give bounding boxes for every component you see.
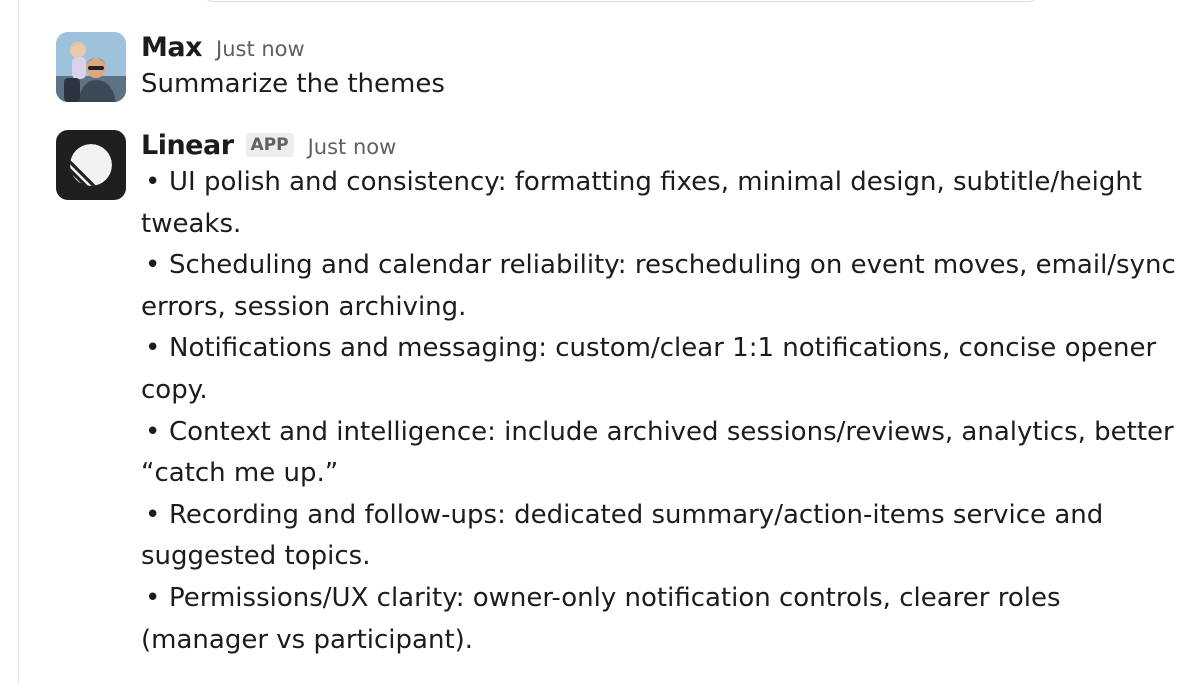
list-item-text: Permissions/UX clarity: owner-only notif… xyxy=(141,582,1061,655)
chat-window: Max Just now Summarize the themes Linear… xyxy=(0,0,1200,684)
message-timestamp[interactable]: Just now xyxy=(216,37,305,61)
message-header: Linear APP Just now xyxy=(141,130,1181,162)
app-badge: APP xyxy=(245,133,294,157)
message-timestamp[interactable]: Just now xyxy=(308,135,397,159)
bullet-dot: • xyxy=(145,499,161,530)
bullet-dot: • xyxy=(145,167,161,197)
linear-logo-icon xyxy=(70,144,112,186)
bullet-dot: • xyxy=(145,333,161,364)
bullet-dot: • xyxy=(145,250,161,281)
bullet-list: • UI polish and consistency: formatting f… xyxy=(141,162,1181,661)
user-avatar[interactable] xyxy=(56,32,126,102)
list-item: • Scheduling and calendar reliability: re… xyxy=(141,245,1181,328)
user-avatar-photo-icon xyxy=(56,32,126,102)
app-avatar[interactable] xyxy=(56,130,126,200)
list-item-text: UI polish and consistency: formatting fi… xyxy=(141,167,1142,239)
list-item: • Context and intelligence: include archi… xyxy=(141,412,1181,495)
sender-name[interactable]: Linear xyxy=(141,130,234,161)
list-item: • Recording and follow-ups: dedicated sum… xyxy=(141,495,1181,578)
sender-name[interactable]: Max xyxy=(141,32,203,63)
message-composer-edge[interactable] xyxy=(200,0,1042,2)
list-item-text: Context and intelligence: include archiv… xyxy=(141,416,1174,489)
pane-divider xyxy=(18,0,19,684)
list-item-text: Recording and follow-ups: dedicated summ… xyxy=(141,499,1104,572)
list-item: • Notifications and messaging: custom/cle… xyxy=(141,328,1181,411)
list-item: • Permissions/UX clarity: owner-only noti… xyxy=(141,578,1181,661)
message-text: Summarize the themes xyxy=(141,69,445,99)
bullet-dot: • xyxy=(145,416,161,447)
message-header: Max Just now xyxy=(141,32,1181,64)
list-item-text: Notifications and messaging: custom/clea… xyxy=(141,333,1157,405)
list-item-text: Scheduling and calendar reliability: res… xyxy=(141,250,1176,322)
bullet-dot: • xyxy=(145,582,161,613)
list-item: • UI polish and consistency: formatting f… xyxy=(141,162,1181,245)
